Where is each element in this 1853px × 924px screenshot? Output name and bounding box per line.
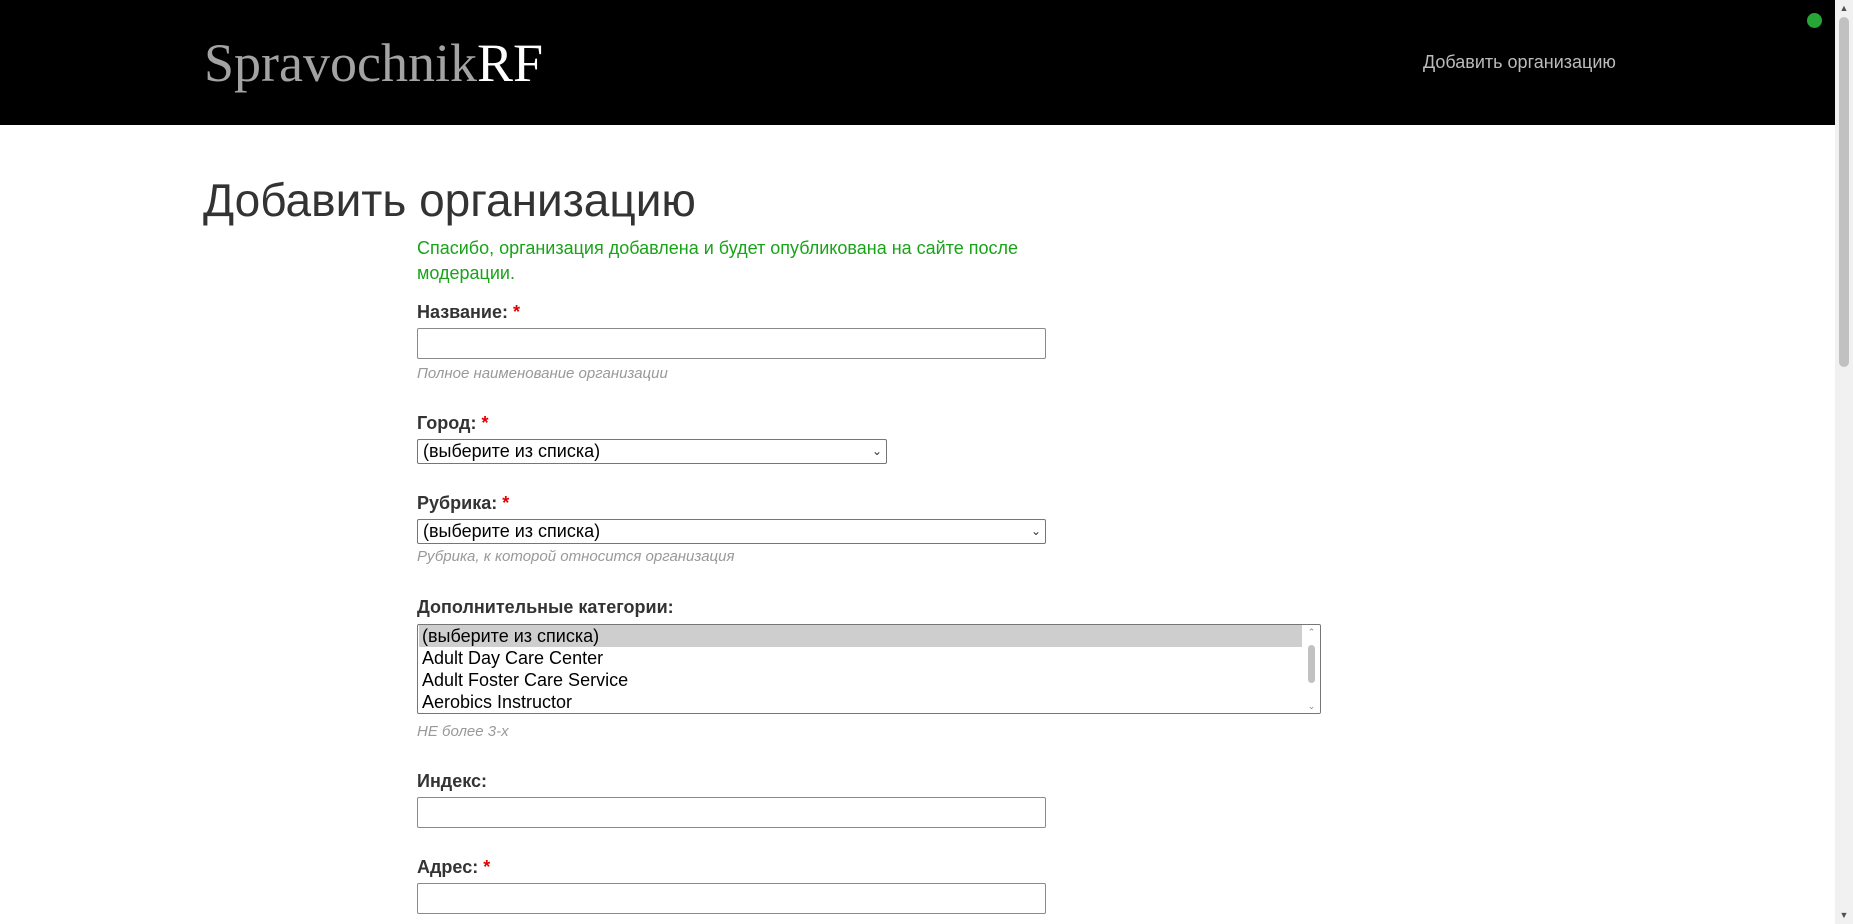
logo-accent-text: RF (476, 33, 544, 93)
scroll-up-arrow-icon[interactable]: ▲ (1835, 0, 1853, 17)
list-option[interactable]: Aerobics Instructor (419, 691, 1302, 713)
required-mark: * (483, 857, 491, 877)
rubric-label-text: Рубрика: (417, 493, 498, 513)
city-select-value: (выберите из списка) (423, 441, 601, 461)
required-mark: * (512, 302, 520, 322)
logo-main-text: Spravochnik (204, 33, 477, 93)
address-input[interactable] (417, 883, 1046, 914)
chevron-down-icon: ⌄ (1030, 524, 1041, 538)
chevron-up-icon[interactable]: ⌃ (1303, 625, 1320, 639)
extra-categories-hint: НЕ более 3-х (417, 723, 509, 740)
city-label-text: Город: (417, 413, 477, 433)
name-hint: Полное наименование организации (417, 365, 668, 382)
name-label-text: Название: (417, 302, 508, 322)
nav-add-organization-link[interactable]: Добавить организацию (1423, 51, 1616, 73)
name-label: Название: * (417, 301, 520, 323)
site-logo[interactable]: SpravochnikRF (204, 31, 543, 95)
name-input[interactable] (417, 328, 1046, 359)
site-header: SpravochnikRF Добавить организацию (0, 0, 1835, 125)
list-option[interactable]: Adult Day Care Center (419, 647, 1302, 669)
list-option[interactable]: Adult Foster Care Service (419, 669, 1302, 691)
required-mark: * (502, 493, 510, 513)
city-select[interactable]: (выберите из списка) ⌄ (417, 439, 887, 464)
extra-categories-listbox[interactable]: (выберите из списка) Adult Day Care Cent… (417, 624, 1321, 714)
listbox-scrollbar[interactable]: ⌃ ⌄ (1303, 625, 1320, 713)
city-label: Город: * (417, 412, 489, 434)
status-dot-icon (1807, 13, 1822, 28)
required-mark: * (481, 413, 489, 433)
page-title: Добавить организацию (203, 174, 696, 226)
rubric-label: Рубрика: * (417, 492, 509, 514)
rubric-select[interactable]: (выберите из списка) ⌄ (417, 519, 1046, 544)
list-option[interactable]: (выберите из списка) (419, 625, 1302, 647)
address-label: Адрес: * (417, 856, 490, 878)
chevron-down-icon: ⌄ (871, 444, 882, 458)
rubric-hint: Рубрика, к которой относится организация (417, 548, 735, 565)
success-message: Спасибо, организация добавлена и будет о… (417, 238, 1019, 283)
scroll-down-arrow-icon[interactable]: ▼ (1835, 907, 1853, 924)
scroll-thumb[interactable] (1839, 17, 1849, 367)
postal-index-input[interactable] (417, 797, 1046, 828)
address-label-text: Адрес: (417, 857, 479, 877)
rubric-select-value: (выберите из списка) (423, 521, 601, 541)
listbox-scroll-thumb[interactable] (1308, 645, 1315, 683)
extra-categories-label: Дополнительные категории: (417, 597, 674, 617)
chevron-down-icon[interactable]: ⌄ (1303, 699, 1320, 713)
postal-index-label: Индекс: (417, 771, 488, 791)
page-scrollbar[interactable]: ▲ ▼ (1835, 0, 1853, 924)
